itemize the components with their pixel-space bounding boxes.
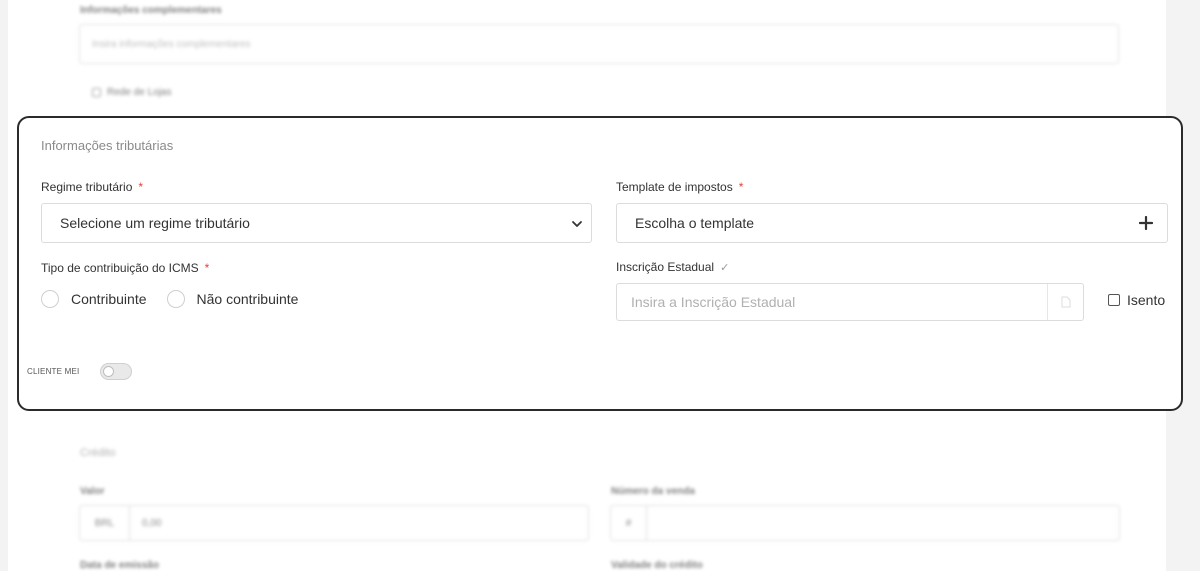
sale-number-label: Número da venda: [611, 486, 695, 497]
check-icon: ✓: [720, 261, 730, 274]
credit-value: 0,00: [142, 517, 162, 529]
currency-prefix: BRL: [80, 506, 130, 540]
tax-info-card: Informações tributárias Regime tributári…: [17, 116, 1183, 411]
radio-circle[interactable]: [166, 290, 185, 308]
blurred-top-section: Informações complementares Insira inform…: [0, 0, 1200, 110]
credit-validity-label: Validade do crédito: [611, 560, 703, 571]
credit-title: Crédito: [80, 447, 116, 459]
issue-date-label: Data de emissão: [80, 560, 159, 571]
state-registration-input[interactable]: Insira a Inscrição Estadual: [616, 283, 1084, 321]
tax-template-label: Template de impostos *: [616, 180, 743, 194]
credit-value-input[interactable]: BRL 0,00: [79, 505, 589, 541]
radio-contribuinte-label: Contribuinte: [71, 291, 147, 307]
icms-required-mark: *: [204, 261, 210, 275]
icms-radio-group: Contribuinte Não contribuinte: [41, 290, 318, 308]
radio-nao-contribuinte[interactable]: Não contribuinte: [166, 290, 299, 308]
credit-value-label: Valor: [80, 486, 105, 497]
store-network-checkbox[interactable]: Rede de Lojas: [92, 87, 172, 98]
chevron-down-icon: [571, 217, 583, 233]
store-network-label: Rede de Lojas: [107, 87, 172, 98]
complementary-info-label: Informações complementares: [80, 5, 222, 16]
plus-icon: [1139, 216, 1153, 230]
tax-template-value: Escolha o template: [635, 215, 755, 231]
mei-label: CLIENTE MEI: [27, 367, 80, 376]
radio-contribuinte[interactable]: Contribuinte: [41, 290, 147, 308]
state-registration-placeholder: Insira a Inscrição Estadual: [631, 294, 796, 310]
regime-selected-value: Selecione um regime tributário: [60, 215, 250, 231]
icms-label: Tipo de contribuição do ICMS *: [41, 261, 209, 275]
state-registration-label-text: Inscrição Estadual: [616, 260, 715, 274]
store-network-box[interactable]: [92, 88, 101, 97]
icms-label-text: Tipo de contribuição do ICMS: [41, 261, 199, 275]
regime-label: Regime tributário *: [41, 180, 143, 194]
tax-template-required-mark: *: [738, 180, 744, 194]
add-template-button[interactable]: [1135, 212, 1157, 234]
sale-number-prefix: #: [611, 506, 647, 540]
sale-number-input[interactable]: #: [610, 505, 1120, 541]
complementary-info-textarea[interactable]: Insira informações complementares: [79, 24, 1119, 64]
regime-select[interactable]: Selecione um regime tributário: [41, 203, 592, 243]
exempt-checkbox-box[interactable]: [1108, 294, 1120, 306]
toggle-knob: [103, 366, 114, 377]
radio-circle[interactable]: [41, 290, 59, 308]
document-icon: [1047, 284, 1083, 320]
exempt-label: Isento: [1127, 292, 1166, 308]
regime-required-mark: *: [138, 180, 144, 194]
blurred-credit-section: Crédito Valor Número da venda BRL 0,00 #…: [0, 430, 1200, 571]
tax-template-label-text: Template de impostos: [616, 180, 733, 194]
state-registration-label: Inscrição Estadual ✓: [616, 260, 729, 274]
radio-nao-contribuinte-label: Não contribuinte: [196, 291, 299, 307]
exempt-checkbox[interactable]: Isento: [1108, 292, 1165, 308]
tax-template-select[interactable]: Escolha o template: [616, 203, 1168, 243]
regime-label-text: Regime tributário: [41, 180, 133, 194]
mei-toggle[interactable]: [100, 363, 132, 380]
tax-section-title: Informações tributárias: [41, 138, 174, 153]
